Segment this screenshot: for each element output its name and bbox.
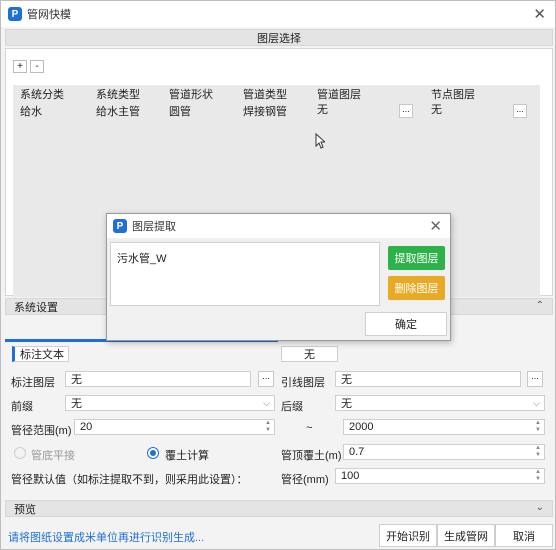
remove-row-button[interactable]: - bbox=[30, 60, 44, 73]
prefix-value: 无 bbox=[71, 398, 82, 410]
spinner-icon[interactable]: ▲ ▼ bbox=[535, 469, 541, 483]
diam-mm-label: 管径(mm) bbox=[281, 474, 329, 486]
add-row-button[interactable]: + bbox=[13, 60, 27, 73]
collapse-chevron-icon[interactable]: ⌃ bbox=[536, 300, 544, 311]
delete-layer-label: 删除图层 bbox=[394, 283, 439, 295]
diam-max-value: 2000 bbox=[349, 421, 374, 433]
app-logo-icon: P bbox=[113, 219, 127, 233]
generate-network-label: 生成管网 bbox=[444, 530, 488, 543]
cell-node-layer: 无 bbox=[431, 104, 442, 116]
mouse-cursor-icon bbox=[315, 133, 325, 149]
preview-header[interactable]: 预览 ⌄ bbox=[5, 500, 553, 517]
radio-selected-dot bbox=[150, 450, 156, 456]
diam-min-input[interactable]: 20 ▲ ▼ bbox=[74, 419, 275, 435]
prefix-dropdown[interactable]: 无 ⌵ bbox=[65, 395, 275, 411]
prefix-label: 前缀 bbox=[11, 401, 33, 413]
app-logo-icon: P bbox=[8, 7, 22, 21]
ok-label: 确定 bbox=[395, 319, 417, 331]
diam-mm-input[interactable]: 100 ▲ ▼ bbox=[335, 468, 545, 484]
node-layer-browse-button[interactable]: ... bbox=[513, 104, 527, 118]
dialog-close-icon[interactable]: ✕ bbox=[429, 217, 442, 235]
lead-layer-label: 引线图层 bbox=[281, 377, 325, 389]
diam-range-label: 管径范围(m) bbox=[11, 425, 72, 437]
diam-mm-value: 100 bbox=[341, 470, 360, 482]
table-header: 系统分类 系统类型 管道形状 管道类型 管道图层 节点图层 bbox=[13, 85, 540, 101]
main-window: P 管网快模 ✕ 图层选择 + - 系统分类 系统类型 管道形状 管道类型 管道… bbox=[0, 0, 556, 550]
tab-label-text[interactable]: 标注文本 bbox=[12, 346, 69, 362]
radio-bottom-flat[interactable] bbox=[14, 447, 26, 459]
preview-title: 预览 bbox=[14, 503, 36, 516]
extract-layer-button[interactable]: 提取图层 bbox=[388, 246, 445, 270]
range-separator: ~ bbox=[306, 422, 313, 434]
suffix-value: 无 bbox=[341, 398, 352, 410]
tab-value-caption: 无 bbox=[304, 349, 315, 361]
chevron-down-icon: ⌵ bbox=[533, 398, 540, 408]
lead-layer-browse-button[interactable]: ... bbox=[527, 371, 543, 387]
table-row[interactable]: 给水 给水主管 圆管 焊接钢管 无 ... 无 ... bbox=[13, 100, 540, 120]
spinner-icon[interactable]: ▲ ▼ bbox=[265, 420, 271, 434]
cell-shape: 圆管 bbox=[169, 106, 191, 118]
dialog-title: 图层提取 bbox=[132, 221, 176, 233]
default-diam-label: 管径默认值（如标注提取不到，则采用此设置）： bbox=[11, 474, 248, 486]
cell-pipe-layer: 无 bbox=[317, 104, 328, 116]
layer-text-area[interactable]: 污水管_W bbox=[110, 242, 380, 306]
pipe-layer-browse-button[interactable]: ... bbox=[399, 104, 413, 118]
layer-select-header[interactable]: 图层选择 bbox=[5, 29, 553, 46]
cancel-button[interactable]: 取消 bbox=[495, 524, 553, 547]
tab-value[interactable]: 无 bbox=[281, 346, 338, 362]
extract-layer-label: 提取图层 bbox=[394, 253, 439, 265]
dialog-title-bar: P 图层提取 ✕ bbox=[107, 214, 450, 238]
close-icon[interactable]: ✕ bbox=[533, 5, 546, 23]
unit-hint-text: 请将图纸设置成米单位再进行识别生成... bbox=[8, 532, 205, 544]
label-layer-field[interactable]: 无 bbox=[65, 371, 251, 387]
spinner-icon[interactable]: ▲ ▼ bbox=[535, 420, 541, 434]
cell-pipe-type: 焊接钢管 bbox=[243, 106, 287, 118]
lead-layer-value: 无 bbox=[341, 374, 352, 386]
label-layer-label: 标注图层 bbox=[11, 377, 55, 389]
tab-label-text-caption: 标注文本 bbox=[20, 349, 64, 361]
top-cover-label: 管顶覆土(m) bbox=[281, 450, 342, 462]
window-title: 管网快模 bbox=[27, 9, 71, 21]
chevron-down-icon: ⌵ bbox=[263, 398, 270, 408]
expand-chevron-icon[interactable]: ⌄ bbox=[536, 502, 544, 513]
delete-layer-button[interactable]: 删除图层 bbox=[388, 276, 445, 300]
cancel-label: 取消 bbox=[513, 530, 535, 543]
top-cover-value: 0.7 bbox=[349, 446, 365, 458]
lead-layer-field[interactable]: 无 bbox=[335, 371, 521, 387]
start-recognize-button[interactable]: 开始识别 bbox=[379, 524, 437, 547]
radio-bottom-flat-label: 管底平接 bbox=[31, 450, 75, 462]
diam-max-input[interactable]: 2000 ▲ ▼ bbox=[343, 419, 545, 435]
suffix-label: 后缀 bbox=[281, 401, 303, 413]
cell-type: 给水主管 bbox=[96, 106, 140, 118]
title-bar: P 管网快模 ✕ bbox=[1, 1, 555, 27]
spinner-icon[interactable]: ▲ ▼ bbox=[535, 445, 541, 459]
layer-text-value: 污水管_W bbox=[117, 253, 167, 265]
suffix-dropdown[interactable]: 无 ⌵ bbox=[335, 395, 545, 411]
start-recognize-label: 开始识别 bbox=[386, 530, 430, 543]
layer-extract-dialog: P 图层提取 ✕ 污水管_W 提取图层 删除图层 确定 bbox=[106, 213, 451, 341]
layer-select-title: 图层选择 bbox=[257, 32, 301, 45]
system-settings-title: 系统设置 bbox=[14, 301, 58, 314]
generate-network-button[interactable]: 生成管网 bbox=[437, 524, 495, 547]
diam-min-value: 20 bbox=[80, 421, 93, 433]
ok-button[interactable]: 确定 bbox=[365, 312, 447, 336]
radio-cover-calc-label: 覆土计算 bbox=[165, 450, 209, 462]
label-layer-browse-button[interactable]: ... bbox=[258, 371, 274, 387]
cell-category: 给水 bbox=[20, 106, 42, 118]
label-layer-value: 无 bbox=[71, 374, 82, 386]
top-cover-input[interactable]: 0.7 ▲ ▼ bbox=[343, 444, 545, 460]
radio-cover-calc[interactable] bbox=[147, 447, 159, 459]
